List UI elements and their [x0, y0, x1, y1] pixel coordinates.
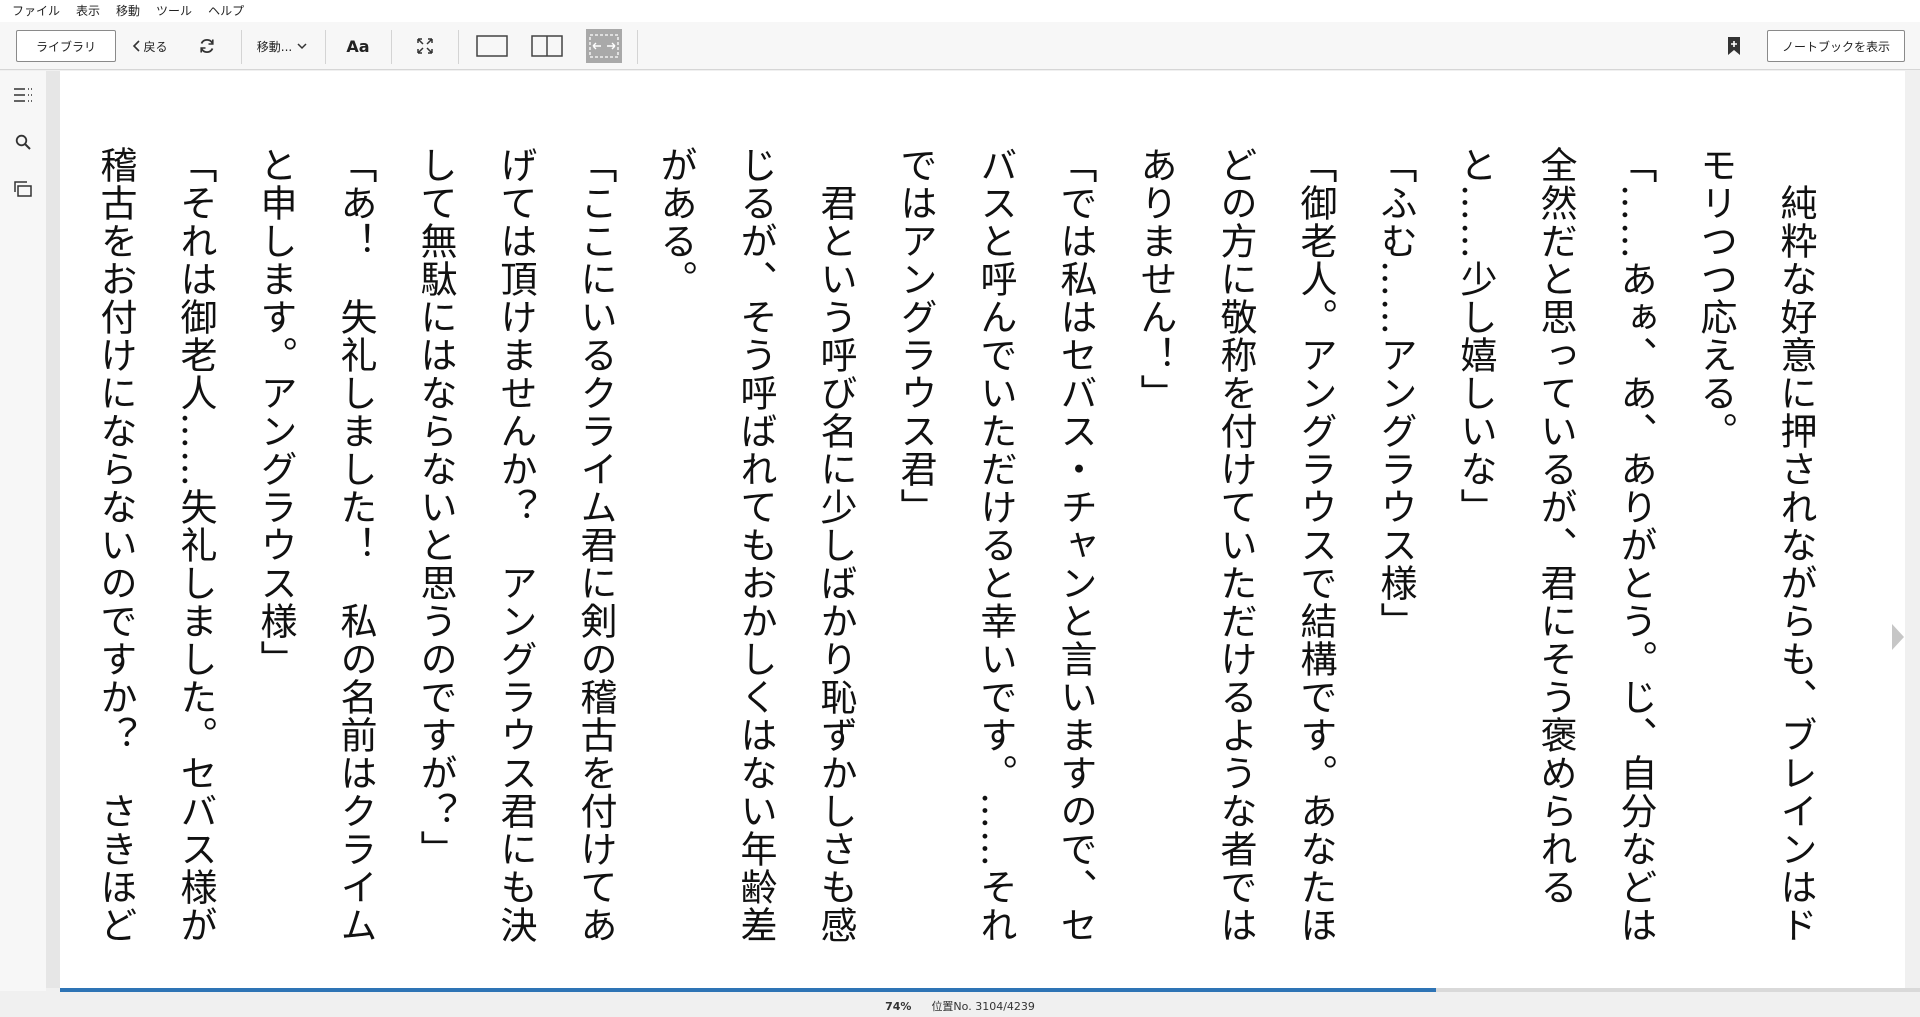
text-column: 「ここにいるクライム君に剣の稽古を付けてあ — [574, 146, 617, 944]
menu-tools[interactable]: ツール — [148, 0, 200, 22]
text-column: 「あ！ 失礼しました！ 私の名前はクライム — [334, 146, 377, 944]
text-column: と申します。アングラウス様」 — [254, 146, 297, 678]
toolbar: ライブラリ 戻る 移動... Aa ノートブックを表示 — [0, 22, 1920, 70]
text-column: 「それは御老人……失礼しました。セバス様が — [174, 146, 217, 944]
menu-go[interactable]: 移動 — [108, 0, 148, 22]
text-column: どの方に敬称を付けていただけるような者では — [1214, 146, 1257, 944]
next-page-button[interactable] — [1891, 623, 1905, 651]
fit-width-layout-button[interactable] — [586, 29, 622, 63]
status-bar: 74% 位置No. 3104/4239 — [0, 995, 1920, 1017]
back-button[interactable]: 戻る — [128, 30, 172, 62]
back-label: 戻る — [143, 39, 168, 54]
toolbar-divider — [391, 30, 392, 64]
text-column: 「……あぁ、あ、ありがとう。じ、自分などは — [1614, 146, 1657, 944]
rail-edge — [46, 71, 60, 988]
menu-view[interactable]: 表示 — [68, 0, 108, 22]
menu-help[interactable]: ヘルプ — [200, 0, 252, 22]
single-page-icon — [476, 35, 508, 57]
reading-progress-bar[interactable] — [60, 988, 1920, 992]
two-page-icon — [531, 35, 563, 57]
chevron-left-icon — [132, 40, 141, 52]
fit-width-icon — [589, 34, 619, 58]
side-rail — [0, 71, 46, 991]
text-column: 「御老人。アングラウスで結構です。あなたほ — [1294, 146, 1337, 944]
text-column: 君という呼び名に少しばかり恥ずかしさも感 — [814, 146, 857, 944]
toc-button[interactable] — [11, 83, 35, 107]
library-label: ライブラリ — [35, 39, 96, 54]
text-column: と……少し嬉しいな」 — [1454, 146, 1497, 526]
bookmark-add-icon — [1727, 36, 1741, 56]
two-page-layout-button[interactable] — [529, 30, 565, 62]
flashcards-button[interactable] — [11, 177, 35, 201]
goto-dropdown[interactable]: 移動... — [250, 30, 314, 62]
text-column: 「では私はセバス・チャンと言いますので、セ — [1054, 146, 1097, 944]
menu-bar: ファイル 表示 移動 ツール ヘルプ — [0, 0, 1920, 22]
notebook-label: ノートブックを表示 — [1781, 39, 1890, 54]
toolbar-divider — [325, 30, 326, 64]
text-column: 「ふむ……アングラウス様」 — [1374, 146, 1417, 640]
text-column: がある。 — [654, 146, 697, 298]
text-column: モリつつ応える。 — [1694, 146, 1737, 450]
vertical-text-body: 純粋な好意に押されながらも、ブレインはド モリつつ応える。 「……あぁ、あ、ありがと… — [75, 146, 1835, 946]
text-column: 全然だと思っているが、君にそう褒められる — [1534, 146, 1577, 906]
location-readout: 位置No. 3104/4239 — [931, 1000, 1035, 1013]
text-column: して無駄にはならないと思うのですが？」 — [414, 146, 457, 868]
text-column: げては頂けませんか？ アングラウス君にも決 — [494, 146, 537, 944]
text-column: ではアングラウス君」 — [894, 146, 937, 526]
font-label: Aa — [346, 36, 370, 56]
flashcards-icon — [14, 181, 32, 197]
chevron-down-icon — [297, 42, 307, 50]
reading-progress-fill — [60, 988, 1437, 992]
fullscreen-button[interactable] — [410, 30, 440, 62]
font-settings-button[interactable]: Aa — [343, 30, 373, 62]
toolbar-divider — [241, 30, 242, 64]
text-column: 純粋な好意に押されながらも、ブレインはド — [1774, 146, 1817, 944]
search-icon — [15, 134, 31, 150]
library-button[interactable]: ライブラリ — [16, 30, 116, 62]
menu-file[interactable]: ファイル — [4, 0, 68, 22]
toolbar-divider — [637, 30, 638, 64]
bookmark-button[interactable] — [1722, 30, 1746, 62]
refresh-icon — [198, 37, 216, 55]
text-column: じるが、そう呼ばれてもおかしくはない年齢差 — [734, 146, 777, 944]
fullscreen-icon — [416, 37, 434, 55]
toc-icon — [13, 87, 33, 103]
single-page-layout-button[interactable] — [474, 30, 510, 62]
search-button[interactable] — [11, 130, 35, 154]
text-column: ありません！」 — [1134, 146, 1177, 412]
chevron-right-icon — [1891, 623, 1905, 651]
progress-percent: 74% — [885, 999, 912, 1013]
goto-label: 移動... — [256, 39, 293, 54]
book-page[interactable]: 純粋な好意に押されながらも、ブレインはド モリつつ応える。 「……あぁ、あ、ありがと… — [60, 71, 1905, 988]
toolbar-divider — [458, 30, 459, 64]
sync-button[interactable] — [193, 30, 221, 62]
text-column: バスと呼んでいただけると幸いです。……それ — [974, 146, 1017, 944]
show-notebook-button[interactable]: ノートブックを表示 — [1767, 30, 1905, 62]
text-column: 稽古をお付けにならないのですか？ さきほど — [94, 146, 137, 944]
